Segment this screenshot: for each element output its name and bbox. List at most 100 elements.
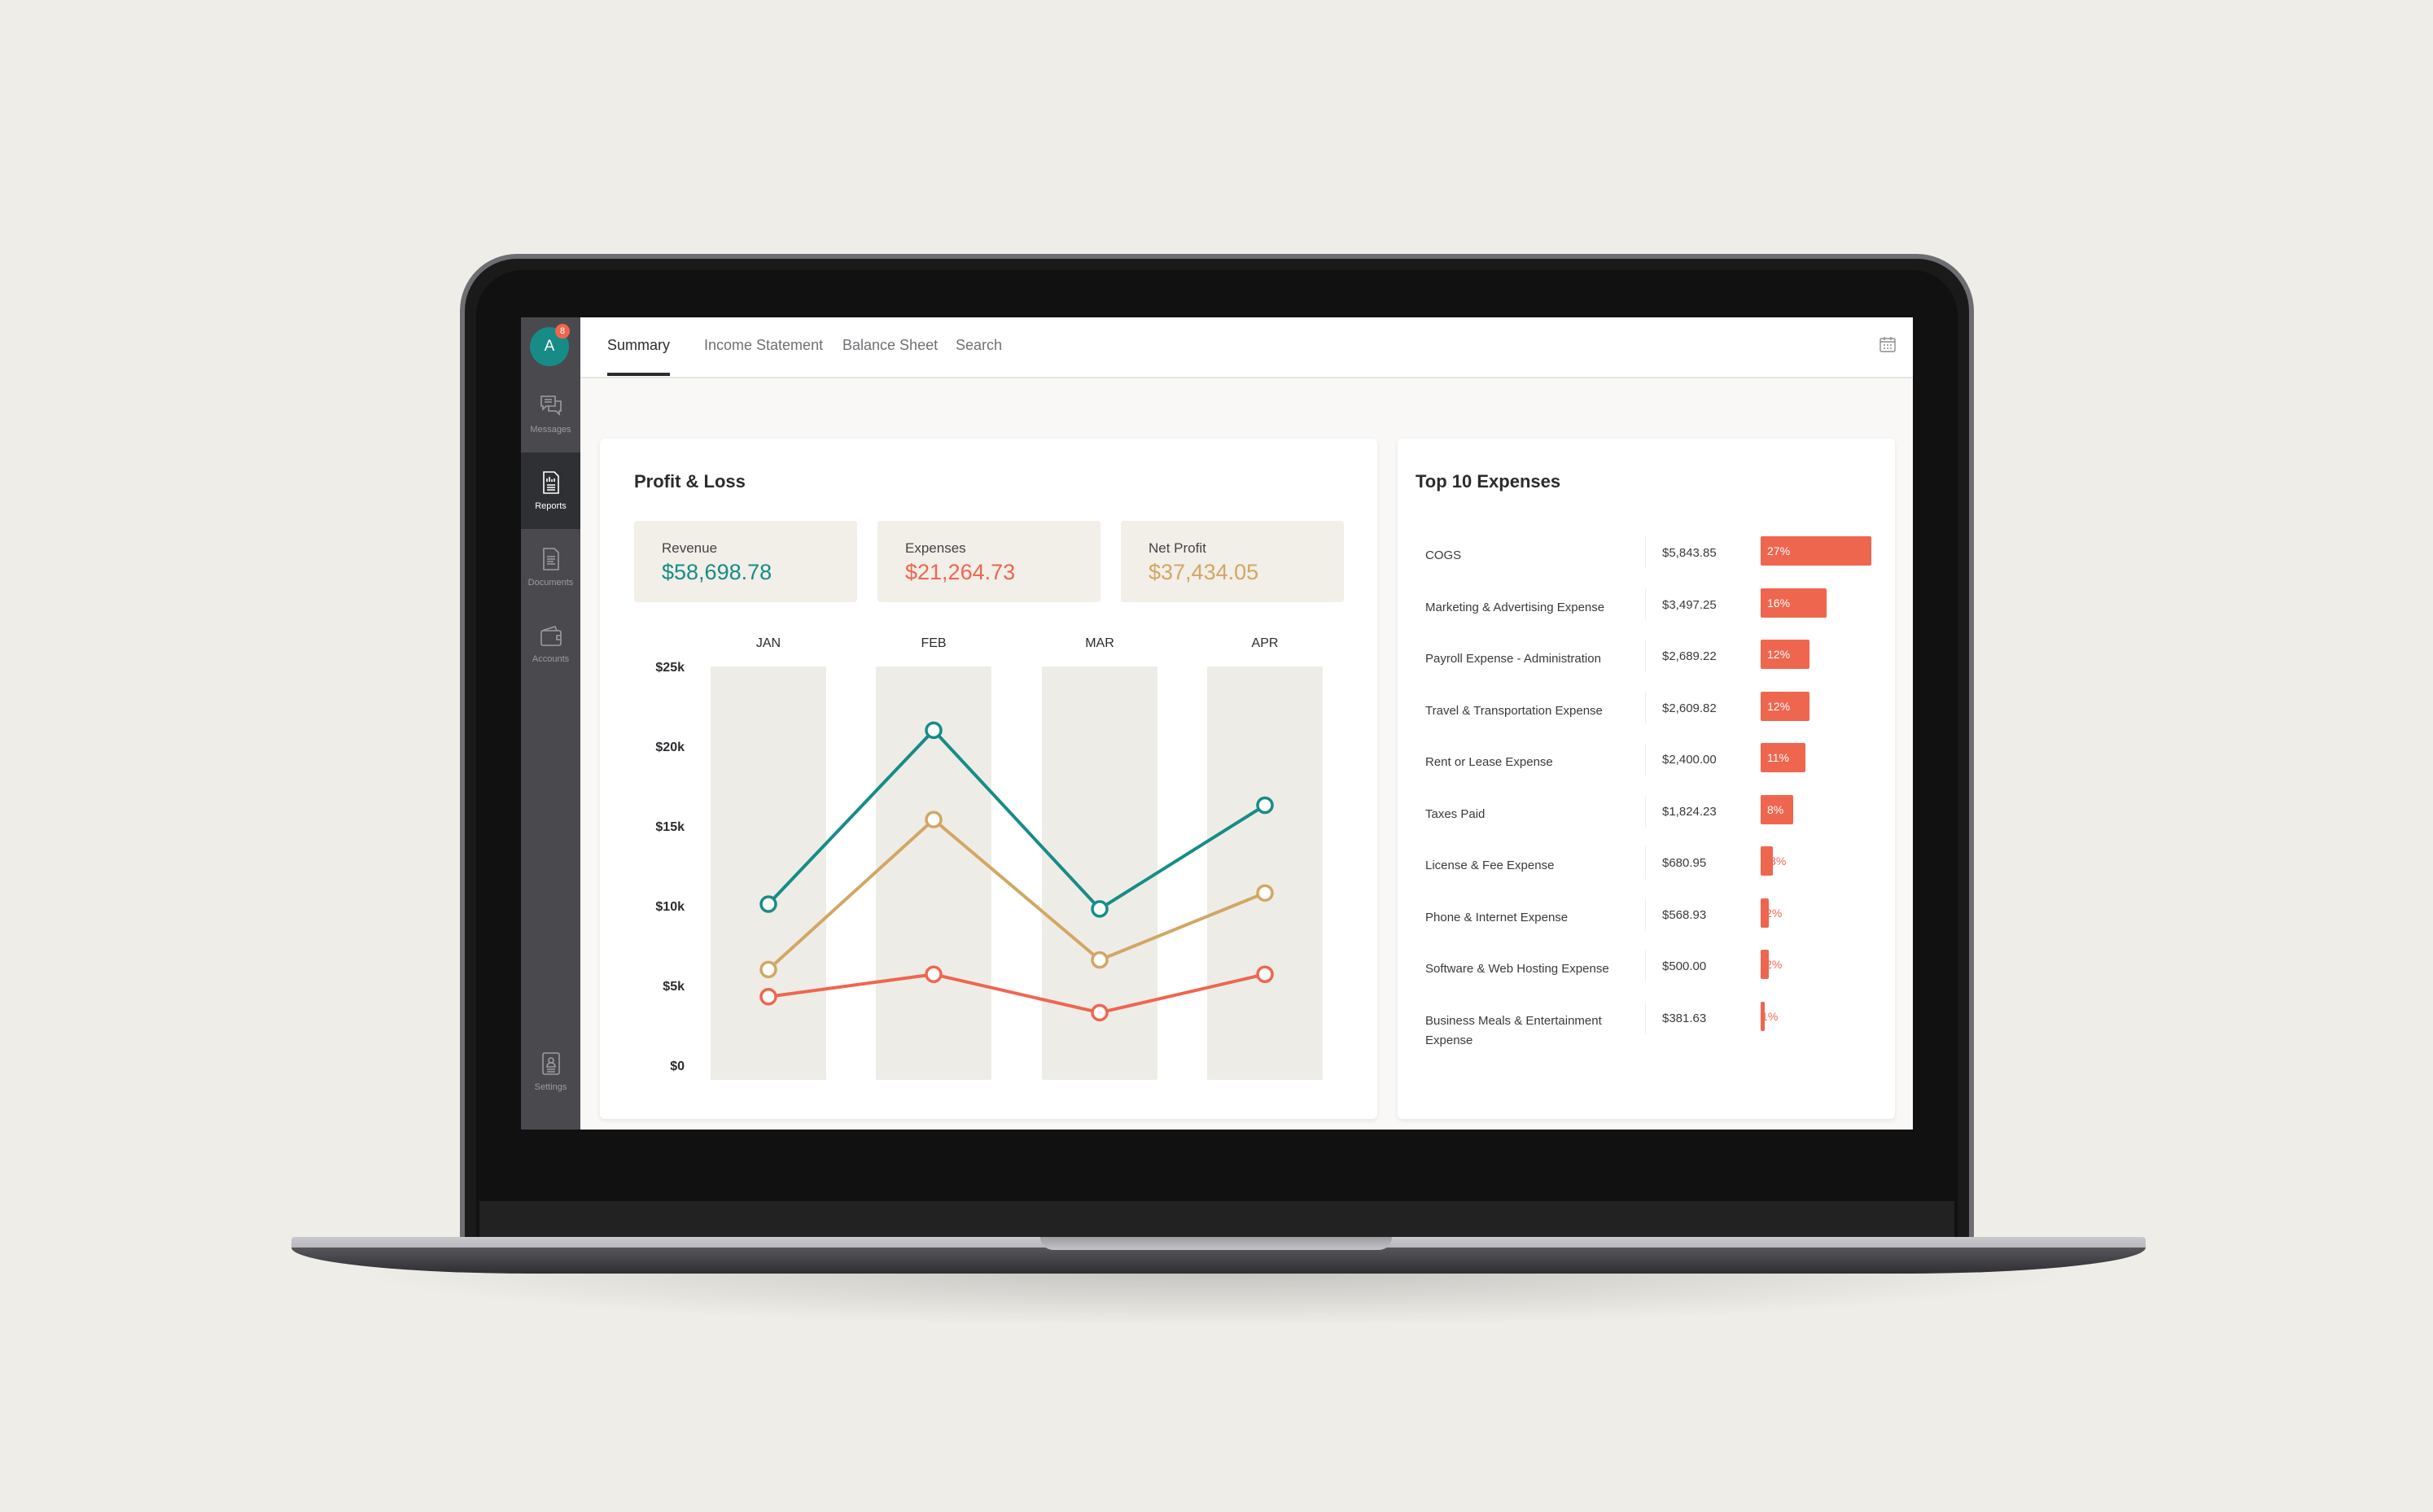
- month-column: [1207, 666, 1323, 1080]
- expense-amount: $2,400.00: [1662, 753, 1717, 767]
- sidebar-item-settings[interactable]: Settings: [521, 1033, 580, 1110]
- x-tick-label: FEB: [921, 636, 946, 650]
- data-point: [925, 721, 943, 740]
- series-line-net-profit: [767, 818, 1266, 971]
- divider: [1645, 1001, 1646, 1034]
- expense-name: License & Fee Expense: [1425, 859, 1555, 872]
- expense-name: COGS: [1425, 548, 1462, 562]
- laptop-notch: [1040, 1237, 1392, 1250]
- documents-icon: [542, 548, 559, 570]
- divider: [1645, 691, 1646, 724]
- divider: [1645, 950, 1646, 982]
- expense-row[interactable]: Business Meals & Entertainment Expense $3…: [1398, 1001, 1895, 1051]
- data-point: [925, 811, 943, 828]
- expense-name: Marketing & Advertising Expense: [1425, 600, 1605, 614]
- sidebar-item-accounts[interactable]: Accounts: [521, 605, 580, 682]
- expense-amount: $2,609.82: [1662, 701, 1717, 715]
- expense-row[interactable]: Marketing & Advertising Expense $3,497.25…: [1398, 588, 1895, 637]
- expense-amount: $381.63: [1662, 1011, 1707, 1025]
- tab-search[interactable]: Search: [956, 337, 1002, 376]
- y-tick-label: $15k: [655, 820, 685, 834]
- divider: [1645, 588, 1646, 621]
- expense-percent: 2%: [1766, 906, 1783, 920]
- expense-row[interactable]: Travel & Transportation Expense $2,609.82…: [1398, 691, 1895, 741]
- expense-percent: 16%: [1767, 596, 1791, 610]
- messages-icon: [540, 395, 562, 416]
- data-point: [925, 965, 943, 984]
- expense-name: Taxes Paid: [1425, 806, 1486, 821]
- settings-icon: [541, 1052, 560, 1075]
- data-point: [1256, 796, 1274, 815]
- divider: [1645, 743, 1646, 776]
- data-point: [1091, 1003, 1109, 1022]
- expense-amount: $680.95: [1662, 856, 1707, 870]
- expense-row[interactable]: Phone & Internet Expense $568.93 2%: [1398, 898, 1895, 947]
- expense-amount: $568.93: [1662, 907, 1707, 922]
- laptop-base: [291, 1248, 2146, 1274]
- app-screen: A 8 Messages Reports Documents Accounts …: [521, 317, 1913, 1130]
- top-expenses-card: Top 10 Expenses COGS $5,843.85 27% Marketin…: [1398, 439, 1895, 1119]
- expense-amount: $1,824.23: [1662, 804, 1717, 819]
- sidebar-item-messages[interactable]: Messages: [521, 376, 580, 452]
- expense-row[interactable]: Payroll Expense - Administration $2,689.2…: [1398, 640, 1895, 688]
- expense-percent: 2%: [1766, 958, 1783, 971]
- divider: [1645, 898, 1646, 931]
- y-tick-label: $5k: [663, 980, 685, 994]
- expense-amount: $500.00: [1662, 959, 1707, 973]
- expense-percent: 3%: [1770, 854, 1787, 867]
- tab-balance-sheet[interactable]: Balance Sheet: [842, 337, 938, 376]
- expense-percent: 11%: [1767, 751, 1789, 764]
- divider: [1645, 640, 1646, 672]
- profit-loss-chart: JAN FEB MAR APR $0 $5k $10k $15k $20k $25k: [655, 636, 1323, 1080]
- sidebar-item-reports[interactable]: Reports: [521, 452, 580, 529]
- sidebar: A 8 Messages Reports Documents Accounts …: [521, 317, 580, 1130]
- divider: [1645, 794, 1646, 828]
- expense-percent: 12%: [1767, 699, 1791, 713]
- data-point: [1256, 884, 1274, 902]
- expense-name: Travel & Transportation Expense: [1425, 703, 1603, 718]
- x-tick-label: MAR: [1085, 636, 1114, 650]
- data-point: [759, 895, 777, 913]
- expense-row[interactable]: Rent or Lease Expense $2,400.00 11%: [1398, 743, 1895, 792]
- month-column: [711, 666, 826, 1080]
- y-tick-label: $25k: [655, 661, 685, 675]
- avatar-initial: A: [544, 338, 555, 355]
- expense-row[interactable]: Software & Web Hosting Expense $500.00 2%: [1398, 950, 1895, 999]
- data-point: [759, 987, 777, 1006]
- expense-name: Rent or Lease Expense: [1425, 755, 1553, 769]
- expense-amount: $2,689.22: [1662, 649, 1717, 663]
- y-tick-label: $0: [670, 1060, 685, 1073]
- y-tick-label: $20k: [655, 741, 685, 754]
- expense-percent: 8%: [1767, 802, 1784, 816]
- top-nav: Summary Income Statement Balance Sheet S…: [580, 317, 1913, 378]
- data-point: [1091, 950, 1109, 969]
- tab-income-statement[interactable]: Income Statement: [704, 337, 823, 376]
- reports-icon: [542, 471, 559, 494]
- expense-name: Phone & Internet Expense: [1425, 910, 1569, 924]
- data-point: [1256, 965, 1274, 984]
- data-point: [759, 960, 777, 979]
- series-line-revenue: [767, 728, 1267, 911]
- x-tick-label: APR: [1252, 636, 1279, 650]
- expense-amount: $3,497.25: [1662, 597, 1717, 612]
- wallet-icon: [540, 626, 562, 646]
- y-tick-label: $10k: [655, 900, 685, 914]
- tab-summary[interactable]: Summary: [607, 337, 671, 376]
- expense-amount: $5,843.85: [1662, 546, 1717, 560]
- divider: [1645, 536, 1646, 569]
- top-expenses-title: Top 10 Expenses: [1416, 471, 1561, 492]
- series-line-expenses: [768, 972, 1266, 1015]
- expense-row[interactable]: COGS $5,843.85 27%: [1398, 536, 1895, 585]
- notification-badge: 8: [555, 324, 570, 339]
- laptop-shadow: [342, 1269, 2092, 1326]
- expense-row[interactable]: License & Fee Expense $680.95 3%: [1398, 846, 1895, 895]
- data-point: [1091, 900, 1109, 918]
- calendar-icon[interactable]: [1879, 335, 1897, 353]
- bezel-chin: [479, 1201, 1954, 1239]
- expense-row[interactable]: Taxes Paid $1,824.23 8%: [1398, 794, 1895, 844]
- expense-percent: 12%: [1767, 648, 1791, 661]
- expense-percent: 1%: [1761, 1009, 1779, 1023]
- expense-name: Payroll Expense - Administration: [1425, 652, 1601, 666]
- sidebar-item-documents[interactable]: Documents: [521, 529, 580, 605]
- expense-name: Software & Web Hosting Expense: [1425, 962, 1609, 976]
